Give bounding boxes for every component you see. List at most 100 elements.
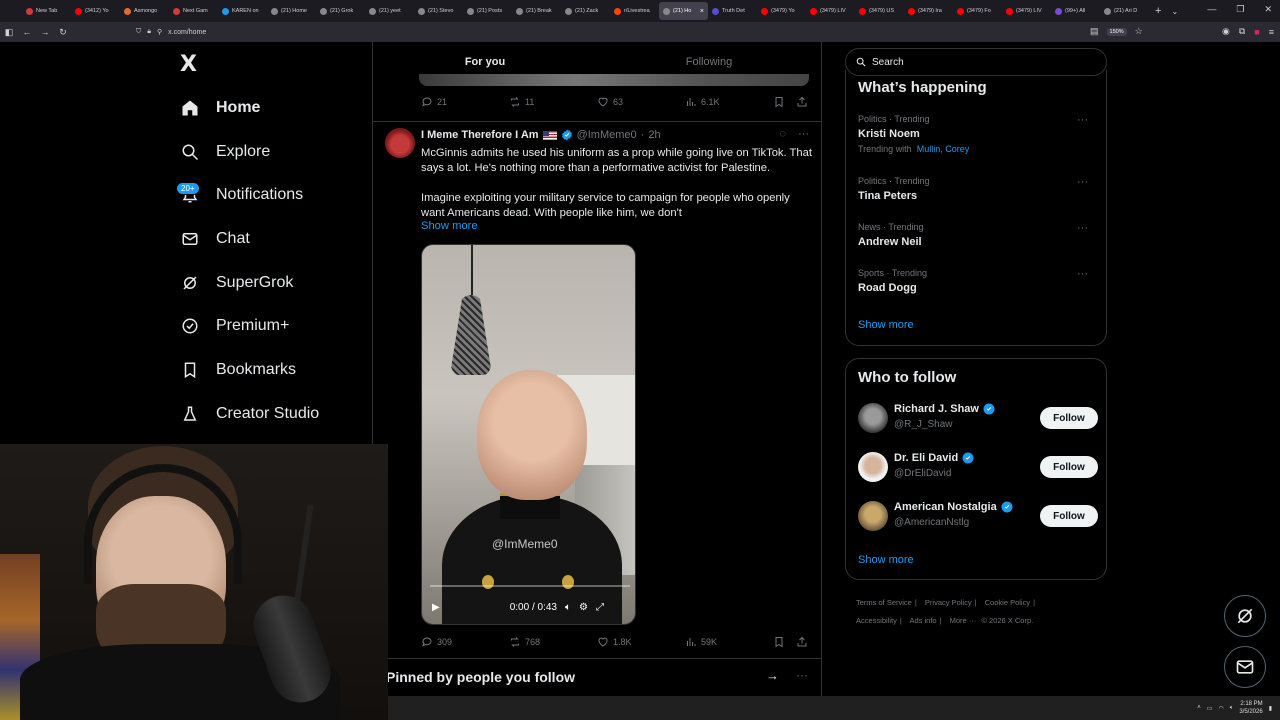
more-icon[interactable]: ··· xyxy=(1077,222,1088,234)
video-progress-bar[interactable] xyxy=(430,585,630,587)
extensions-icon[interactable]: ⧉ xyxy=(1239,26,1245,37)
sidebar-item-home[interactable]: Home xyxy=(180,92,260,124)
browser-tab[interactable]: (21) yeet xyxy=(365,2,414,20)
close-window-icon[interactable]: ✕ xyxy=(1264,4,1272,15)
footer-link[interactable]: Privacy Policy xyxy=(925,598,972,607)
sidebar-item-creator-studio[interactable]: Creator Studio xyxy=(180,398,319,430)
browser-tab[interactable]: (21) Zack xyxy=(561,2,610,20)
system-clock[interactable]: 2:18 PM 3/5/2026 xyxy=(1239,700,1262,716)
views-button[interactable]: 6.1K xyxy=(685,96,720,108)
views-button[interactable]: 59K xyxy=(685,636,717,648)
trend-item[interactable]: News · Trending Andrew Neil ··· xyxy=(858,222,1098,248)
x-logo[interactable]: X xyxy=(180,52,197,77)
menu-icon[interactable]: ≡ xyxy=(1269,27,1274,37)
post-author-handle[interactable]: @ImMeme0 xyxy=(577,129,637,141)
follow-suggestion[interactable]: Dr. Eli David @DrEliDavid Follow xyxy=(858,450,1098,486)
follow-name-text[interactable]: Dr. Eli David xyxy=(894,452,958,464)
sidebar-item-supergrok[interactable]: SuperGrok xyxy=(180,267,293,299)
browser-tab[interactable]: (99+) All xyxy=(1051,2,1100,20)
trend-topic[interactable]: Kristi Noem xyxy=(858,128,1098,140)
video-player[interactable]: @ImMeme0 ▶ 0:00 / 0:43 🔈︎ ⚙ ⤢ xyxy=(421,244,636,625)
repost-button[interactable]: 11 xyxy=(509,96,534,108)
browser-tab[interactable]: (3412) Yo xyxy=(71,2,120,20)
arrow-right-icon[interactable]: → xyxy=(766,668,779,683)
trend-item[interactable]: Politics · Trending Tina Peters ··· xyxy=(858,176,1098,202)
browser-tab[interactable]: r/Livestrea xyxy=(610,2,659,20)
footer-link[interactable]: Ads info xyxy=(909,616,936,625)
browser-tab[interactable]: (21) Home xyxy=(267,2,316,20)
show-more-link[interactable]: Show more xyxy=(421,220,478,232)
volume-icon[interactable]: 🔈︎ xyxy=(1230,705,1234,712)
forward-icon[interactable]: → xyxy=(36,27,54,37)
browser-tab[interactable]: (3479) LIV xyxy=(806,2,855,20)
volume-icon[interactable]: 🔈︎ xyxy=(565,602,571,613)
new-tab-icon[interactable]: + xyxy=(1155,5,1161,17)
extension-red-icon[interactable]: ■ xyxy=(1254,27,1259,37)
browser-tab[interactable]: New Tab xyxy=(22,2,71,20)
play-icon[interactable]: ▶ xyxy=(432,602,440,613)
browser-tab[interactable]: (21) Grok xyxy=(316,2,365,20)
follow-name[interactable]: American Nostalgia xyxy=(894,501,1013,513)
browser-tab[interactable]: KAREN on xyxy=(218,2,267,20)
browser-tab[interactable]: (21) Ari D xyxy=(1100,2,1149,20)
notification-center-icon[interactable]: ▮ xyxy=(1269,705,1272,712)
footer-link[interactable]: Terms of Service xyxy=(856,598,912,607)
browser-tab[interactable]: (3479) LIV xyxy=(1002,2,1051,20)
restore-icon[interactable]: ❐ xyxy=(1236,4,1244,15)
zoom-level[interactable]: 150% xyxy=(1106,27,1127,36)
browser-tab[interactable]: Asmongo xyxy=(120,2,169,20)
browser-tab[interactable]: (3479) US xyxy=(855,2,904,20)
network-icon[interactable]: ▭ xyxy=(1207,705,1213,712)
follow-button[interactable]: Follow xyxy=(1040,456,1098,478)
avatar[interactable] xyxy=(858,452,888,482)
who-to-follow-show-more[interactable]: Show more xyxy=(858,554,914,566)
trend-topic[interactable]: Tina Peters xyxy=(858,190,1098,202)
share-button[interactable] xyxy=(796,96,808,108)
sidebar-item-chat[interactable]: Chat xyxy=(180,223,250,255)
trend-topic[interactable]: Andrew Neil xyxy=(858,236,1098,248)
trend-topic[interactable]: Road Dogg xyxy=(858,282,1098,294)
previous-post-media[interactable] xyxy=(419,74,809,86)
close-tab-icon[interactable]: × xyxy=(700,8,704,15)
bookmark-star-icon[interactable]: ☆ xyxy=(1135,26,1143,37)
fullscreen-icon[interactable]: ⤢ xyxy=(596,602,604,613)
trend-item[interactable]: Politics · Trending Kristi Noem Trending… xyxy=(858,114,1098,154)
minimize-icon[interactable]: — xyxy=(1207,4,1216,15)
trend-related-links[interactable]: Mullin, Corey xyxy=(917,144,970,154)
account-icon[interactable]: ◉ xyxy=(1222,26,1230,37)
sidebar-item-explore[interactable]: Explore xyxy=(180,136,270,168)
reload-icon[interactable]: ↻ xyxy=(54,27,72,38)
settings-icon[interactable]: ⚙ xyxy=(579,602,588,613)
follow-name[interactable]: Richard J. Shaw xyxy=(894,403,995,415)
footer-link[interactable]: Cookie Policy xyxy=(985,598,1030,607)
follow-suggestion[interactable]: American Nostalgia @AmericanNstlg Follow xyxy=(858,499,1098,535)
url-text[interactable]: x.com/home xyxy=(168,29,206,36)
browser-tab[interactable]: (21) Break xyxy=(512,2,561,20)
follow-button[interactable]: Follow xyxy=(1040,505,1098,527)
sidebar-item-premium[interactable]: Premium+ xyxy=(180,310,289,342)
trend-item[interactable]: Sports · Trending Road Dogg ··· xyxy=(858,268,1098,294)
post-timestamp[interactable]: 2h xyxy=(648,129,660,141)
footer-link[interactable]: Accessibility xyxy=(856,616,897,625)
footer-more-link[interactable]: More ··· xyxy=(950,616,977,625)
more-icon[interactable]: ··· xyxy=(1077,268,1088,280)
tray-chevron-icon[interactable]: ˄ xyxy=(1197,705,1201,711)
grok-icon[interactable]: ◌ xyxy=(779,128,786,140)
follow-name-text[interactable]: Richard J. Shaw xyxy=(894,403,979,415)
avatar[interactable] xyxy=(858,403,888,433)
browser-tab[interactable]: Next Gam xyxy=(169,2,218,20)
address-bar[interactable]: ⛉ 🔒︎ ⚲ x.com/home xyxy=(136,28,206,36)
browser-tab[interactable]: (3479) Fo xyxy=(953,2,1002,20)
more-icon[interactable]: ··· xyxy=(1077,114,1088,126)
grok-fab-button[interactable] xyxy=(1224,595,1266,637)
share-button[interactable] xyxy=(796,636,808,648)
avatar[interactable] xyxy=(858,501,888,531)
wifi-icon[interactable]: ◠ xyxy=(1218,705,1223,712)
post-author-name[interactable]: I Meme Therefore I Am xyxy=(421,129,539,141)
trending-show-more[interactable]: Show more xyxy=(858,319,914,331)
like-button[interactable]: 1.8K xyxy=(597,636,632,648)
reply-button[interactable]: 309 xyxy=(421,636,452,648)
follow-name-text[interactable]: American Nostalgia xyxy=(894,501,997,513)
browser-tab[interactable]: (3479) Yo xyxy=(757,2,806,20)
pinned-section-header[interactable]: Pinned by people you follow → ··· xyxy=(372,662,822,694)
